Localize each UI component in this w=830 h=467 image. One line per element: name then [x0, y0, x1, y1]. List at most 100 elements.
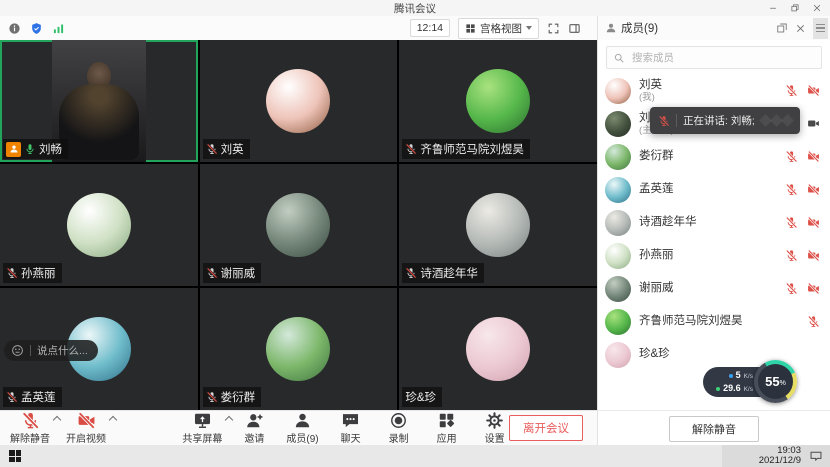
participant-name-label: 刘畅 [3, 139, 68, 159]
chat-icon [341, 411, 360, 429]
mic-off-icon[interactable] [785, 183, 798, 196]
download-speed: 29.6K/s [712, 383, 753, 395]
mic-off-icon [206, 391, 218, 403]
toolbar-unmute[interactable]: 解除静音 [10, 411, 50, 445]
member-row[interactable]: 娄衍群 [598, 140, 830, 173]
toolbar-chat[interactable]: 聊天 [335, 411, 367, 445]
member-name: 孟英莲 [639, 183, 674, 196]
mic-off-icon [405, 267, 417, 279]
camera-off-icon[interactable] [807, 150, 820, 163]
video-tile[interactable]: 刘畅 [0, 40, 198, 162]
toolbar-start-video[interactable]: 开启视频 [66, 411, 106, 445]
member-search-box[interactable] [606, 46, 822, 69]
close-panel-icon[interactable] [795, 23, 806, 34]
member-names: 珍&珍 [639, 348, 670, 361]
toolbar-members[interactable]: 成员(9) [286, 411, 318, 445]
member-row[interactable]: 孟英莲 [598, 173, 830, 206]
security-shield-icon[interactable] [30, 22, 43, 35]
camera-on-icon[interactable] [807, 117, 820, 130]
member-row[interactable]: 刘英(我) [598, 74, 830, 107]
mic-off-icon[interactable] [785, 150, 798, 163]
video-tile[interactable]: 齐鲁师范马院刘煜昊 [399, 40, 597, 162]
camera-off-icon[interactable] [807, 84, 820, 97]
unmute-button[interactable]: 解除静音 [669, 416, 759, 442]
notification-icon[interactable] [809, 449, 823, 463]
upload-dot-icon [729, 374, 733, 378]
apps-icon [437, 411, 456, 429]
restore-button[interactable] [784, 0, 806, 16]
member-row[interactable]: 孙燕丽 [598, 239, 830, 272]
network-monitor-widget[interactable]: 5K/s 29.6K/s 55% [703, 360, 798, 404]
member-avatar [605, 243, 631, 269]
member-row[interactable]: 齐鲁师范马院刘煜昊 [598, 305, 830, 338]
window-titlebar: 腾讯会议 [0, 0, 830, 16]
toolbar-left-group: 解除静音 开启视频 [10, 411, 106, 445]
mic-off-icon [206, 143, 218, 155]
participant-avatar [67, 193, 131, 257]
member-role: (我) [639, 92, 662, 103]
sidebar-toggle-icon[interactable] [568, 22, 581, 35]
fullscreen-icon[interactable] [547, 22, 560, 35]
member-name: 孙燕丽 [639, 249, 674, 262]
host-badge-icon [6, 142, 21, 157]
panel-header: 成员(9) [598, 16, 830, 40]
member-row[interactable]: 诗酒趁年华 [598, 206, 830, 239]
member-name: 诗酒趁年华 [639, 216, 697, 229]
participant-name: 齐鲁师范马院刘煜昊 [420, 141, 524, 157]
search-input[interactable] [630, 51, 815, 65]
meeting-info-icon[interactable] [8, 22, 21, 35]
camera-off-icon[interactable] [807, 183, 820, 196]
chevron-up-icon[interactable] [109, 416, 117, 424]
screen-share-icon [193, 411, 212, 429]
video-tile[interactable]: 刘英 [200, 40, 398, 162]
camera-off-icon[interactable] [807, 216, 820, 229]
participant-name: 孙燕丽 [21, 265, 56, 281]
minimize-button[interactable] [762, 0, 784, 16]
status-icons [8, 22, 65, 35]
chat-placeholder[interactable]: 说点什么... [37, 343, 88, 358]
leave-meeting-button[interactable]: 离开会议 [509, 415, 583, 441]
view-mode-dropdown[interactable]: 宫格视图 [458, 18, 539, 39]
member-name: 齐鲁师范马院刘煜昊 [639, 315, 743, 328]
video-tile[interactable]: 珍&珍 [399, 288, 597, 410]
toolbar-label: 解除静音 [10, 430, 50, 445]
video-tile[interactable]: 谢丽威 [200, 164, 398, 286]
emoji-icon[interactable] [11, 344, 24, 357]
mic-off-icon[interactable] [785, 249, 798, 262]
member-avatar [605, 111, 631, 137]
mic-off-icon[interactable] [785, 84, 798, 97]
chevron-up-icon[interactable] [53, 416, 61, 424]
video-tile[interactable]: 娄衍群 [200, 288, 398, 410]
usage-percent: 55% [758, 364, 793, 399]
mic-off-icon[interactable] [807, 315, 820, 328]
quick-chat-bar[interactable]: 说点什么... [4, 340, 98, 361]
toolbar-apps[interactable]: 应用 [431, 411, 463, 445]
close-window-button[interactable] [806, 0, 828, 16]
mic-off-icon[interactable] [785, 216, 798, 229]
network-signal-icon[interactable] [52, 22, 65, 35]
mic-off-icon[interactable] [785, 282, 798, 295]
camera-off-icon[interactable] [807, 282, 820, 295]
taskbar-clock[interactable]: 19:03 2021/12/9 [759, 446, 801, 466]
toolbar-invite[interactable]: 邀请 [238, 411, 270, 445]
popout-panel-icon[interactable] [776, 22, 788, 34]
start-button[interactable] [9, 450, 21, 462]
member-avatar [605, 309, 631, 335]
toolbar-record[interactable]: 录制 [383, 411, 415, 445]
participant-name-label: 诗酒趁年华 [402, 263, 484, 283]
chevron-up-icon[interactable] [225, 416, 233, 424]
system-tray: 19:03 2021/12/9 [722, 445, 830, 467]
video-tile[interactable]: 孙燕丽 [0, 164, 198, 286]
panel-menu-button[interactable] [813, 18, 828, 39]
meeting-timer: 12:14 [410, 19, 450, 37]
member-row[interactable]: 谢丽威 [598, 272, 830, 305]
participant-name: 刘畅 [39, 141, 62, 157]
toolbar-settings[interactable]: 设置 [479, 411, 511, 445]
toolbar-share-screen[interactable]: 共享屏幕 [182, 411, 222, 445]
person-add-icon [245, 411, 264, 429]
video-tile[interactable]: 诗酒趁年华 [399, 164, 597, 286]
meeting-statusbar: 12:14 宫格视图 [0, 16, 597, 40]
camera-off-icon[interactable] [807, 249, 820, 262]
member-names: 刘英(我) [639, 79, 662, 103]
window-controls [762, 0, 828, 16]
